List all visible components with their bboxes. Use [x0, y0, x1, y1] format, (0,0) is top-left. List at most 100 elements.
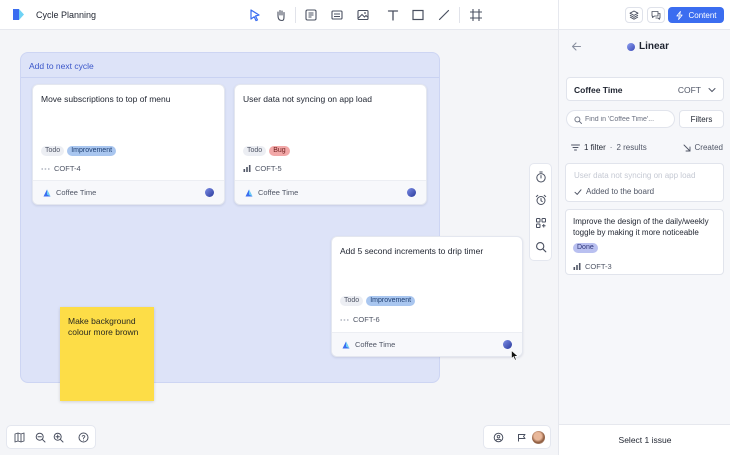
- separator-dot: ·: [609, 143, 613, 152]
- chevron-down-icon: [708, 88, 716, 93]
- issue-id: COFT-6: [353, 315, 380, 324]
- right-toolbar: Content: [558, 0, 730, 30]
- label-tag: Improvement: [67, 146, 117, 156]
- status-tag: Todo: [243, 146, 267, 156]
- top-toolbar: Cycle Planning: [0, 0, 558, 30]
- team-name: Coffee Time: [355, 340, 396, 349]
- checkmark-icon: [574, 188, 582, 195]
- select-issue-button[interactable]: Select 1 issue: [559, 424, 730, 455]
- result-title: User data not syncing on app load: [574, 171, 696, 180]
- issue-card[interactable]: Add 5 second increments to drip timer To…: [331, 236, 523, 357]
- priority-bars-icon: [573, 263, 581, 270]
- issue-card[interactable]: Move subscriptions to top of menu Todo I…: [32, 84, 225, 205]
- added-status: Added to the board: [574, 187, 654, 196]
- note-icon[interactable]: [304, 8, 318, 22]
- issue-search-input[interactable]: [585, 114, 673, 125]
- side-tools-panel: [529, 163, 552, 261]
- issue-card-title: Move subscriptions to top of menu: [41, 94, 171, 104]
- issue-id: COFT-5: [255, 164, 282, 173]
- lightning-icon: [676, 10, 684, 20]
- zoom-toolbar: [6, 425, 96, 449]
- card-icon[interactable]: [330, 8, 344, 22]
- filter-icon: [571, 144, 580, 151]
- status-tag: Todo: [340, 296, 364, 306]
- result-tags: Done: [573, 243, 598, 253]
- apps-icon[interactable]: [535, 217, 547, 229]
- result-item[interactable]: Improve the design of the daily/weekly t…: [565, 209, 724, 275]
- content-button-label: Content: [688, 10, 717, 20]
- select-icon[interactable]: [248, 8, 262, 22]
- user-avatar[interactable]: [532, 431, 545, 444]
- app-logo-icon[interactable]: [12, 8, 25, 21]
- sort-label: Created: [694, 143, 723, 152]
- label-tag: Bug: [269, 146, 290, 156]
- sticky-note-text: Make background colour more brown: [68, 316, 139, 338]
- linear-avatar-icon: [503, 340, 512, 349]
- rectangle-icon[interactable]: [411, 8, 425, 22]
- added-status-text: Added to the board: [586, 187, 655, 196]
- issue-id-row: COFT-5: [243, 164, 282, 173]
- issue-id: COFT-3: [585, 262, 612, 271]
- search-icon[interactable]: [535, 241, 547, 253]
- panel-title-text: Linear: [639, 41, 670, 52]
- issue-card-title: User data not syncing on app load: [243, 94, 373, 104]
- image-icon[interactable]: [356, 8, 370, 22]
- linear-logo-icon: [627, 42, 635, 51]
- team-row: Coffee Time: [245, 188, 298, 197]
- issue-card-title: Add 5 second increments to drip timer: [340, 246, 484, 256]
- team-icon: [43, 189, 51, 196]
- frame-divider: [21, 77, 439, 78]
- team-select-name: Coffee Time: [574, 85, 623, 95]
- issue-card[interactable]: User data not syncing on app load Todo B…: [234, 84, 427, 205]
- filters-button[interactable]: Filters: [679, 110, 724, 128]
- hand-icon[interactable]: [274, 8, 288, 22]
- issue-card-footer: Coffee Time: [332, 332, 522, 356]
- map-icon[interactable]: [14, 432, 25, 443]
- line-icon[interactable]: [437, 8, 451, 22]
- toolbar-divider: [295, 7, 296, 23]
- search-icon: [574, 116, 582, 124]
- text-icon[interactable]: [386, 8, 400, 22]
- content-button[interactable]: Content: [668, 7, 724, 23]
- priority-bars-icon: [243, 165, 251, 172]
- team-select[interactable]: Coffee Time COFT: [566, 77, 724, 101]
- whiteboard-canvas[interactable]: Add to next cycle Move subscriptions to …: [0, 30, 558, 455]
- issue-card-tags: Todo Improvement: [340, 296, 416, 306]
- sort-control[interactable]: Created: [683, 143, 723, 152]
- comments-icon[interactable]: [647, 7, 665, 23]
- filter-summary[interactable]: 1 filter · 2 results: [571, 143, 647, 152]
- frame-icon[interactable]: [469, 8, 483, 22]
- zoom-out-icon[interactable]: [35, 432, 46, 443]
- results-count: 2 results: [616, 143, 647, 152]
- team-name: Coffee Time: [56, 188, 97, 197]
- back-arrow-icon[interactable]: [571, 41, 582, 52]
- frame-label[interactable]: Add to next cycle: [29, 61, 94, 71]
- team-name: Coffee Time: [258, 188, 299, 197]
- no-priority-icon: [340, 319, 349, 320]
- timer-icon[interactable]: [535, 171, 547, 183]
- issue-card-footer: Coffee Time: [235, 180, 426, 204]
- sort-icon: [683, 144, 690, 151]
- mouse-cursor-icon: [511, 350, 519, 361]
- document-title[interactable]: Cycle Planning: [36, 10, 96, 20]
- collaboration-toolbar: [483, 425, 551, 449]
- follow-icon[interactable]: [517, 432, 528, 443]
- sticky-note[interactable]: Make background colour more brown: [60, 307, 154, 401]
- alarm-icon[interactable]: [535, 194, 547, 206]
- linear-avatar-icon: [407, 188, 416, 197]
- filter-summary-row: 1 filter · 2 results Created: [571, 143, 723, 155]
- result-item-added: User data not syncing on app load Added …: [565, 163, 724, 202]
- toolbar-divider: [459, 7, 460, 23]
- help-icon[interactable]: [78, 432, 89, 443]
- issue-id: COFT-4: [54, 164, 81, 173]
- issue-search-box: [566, 110, 675, 128]
- zoom-in-icon[interactable]: [53, 432, 64, 443]
- team-row: Coffee Time: [342, 340, 395, 349]
- panel-title: Linear: [627, 41, 669, 52]
- issue-card-tags: Todo Improvement: [41, 146, 117, 156]
- layers-icon[interactable]: [625, 7, 643, 23]
- reactions-icon[interactable]: [493, 432, 504, 443]
- issue-id-row: COFT-4: [41, 164, 81, 173]
- team-select-key: COFT: [677, 85, 701, 95]
- team-row: Coffee Time: [43, 188, 96, 197]
